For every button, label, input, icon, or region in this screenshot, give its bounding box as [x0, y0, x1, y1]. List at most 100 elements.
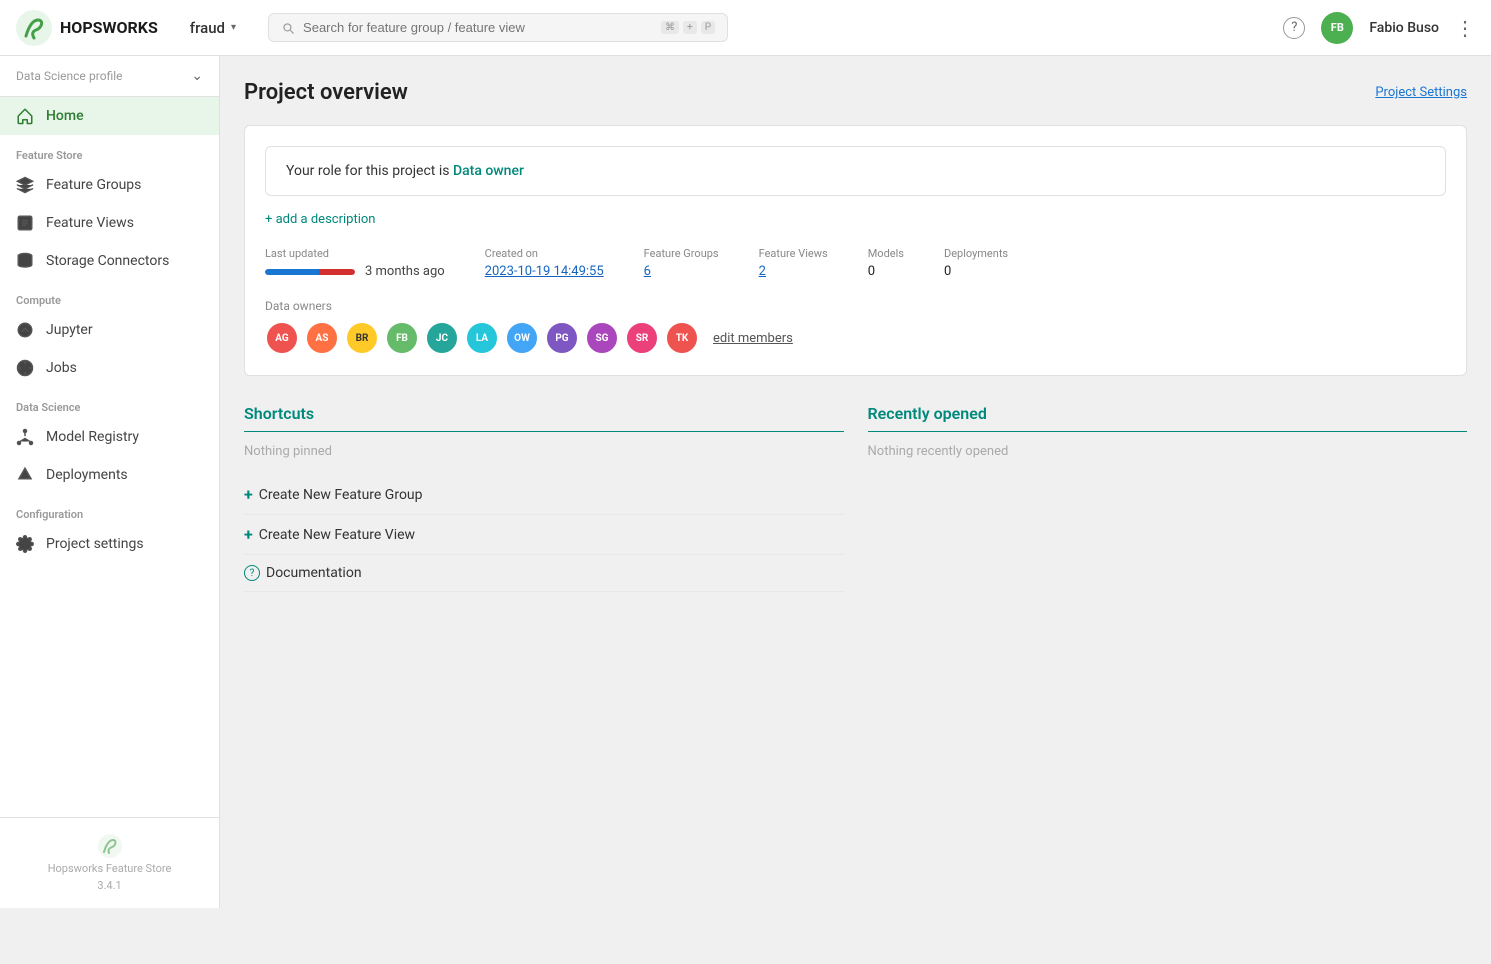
avatar-fb[interactable]: FB — [385, 321, 419, 355]
section-label-feature-store: Feature Store — [0, 135, 219, 166]
layout: Data Science profile ⌄ Home Feature Stor… — [0, 56, 1491, 908]
shortcut-create-feature-group[interactable]: + Create New Feature Group — [244, 475, 844, 515]
shortcut-documentation[interactable]: ? Documentation — [244, 555, 844, 592]
avatar-ow[interactable]: OW — [505, 321, 539, 355]
avatar-jc[interactable]: JC — [425, 321, 459, 355]
models-stat-value: 0 — [868, 264, 904, 279]
project-name: fraud — [190, 19, 225, 37]
sidebar-item-deployments[interactable]: Deployments — [0, 456, 219, 494]
avatar-sg[interactable]: SG — [585, 321, 619, 355]
search-input[interactable] — [303, 20, 653, 35]
user-name: Fabio Buso — [1369, 20, 1439, 36]
add-description-link[interactable]: + add a description — [265, 212, 1446, 227]
shortcut-label-3: Documentation — [266, 565, 362, 581]
last-updated-label: Last updated — [265, 247, 445, 260]
sidebar-item-model-registry[interactable]: Model Registry — [0, 418, 219, 456]
hopsworks-logo-icon — [16, 10, 52, 46]
profile-selector[interactable]: Data Science profile ⌄ — [0, 56, 219, 97]
sidebar-item-project-settings[interactable]: Project settings — [0, 525, 219, 563]
shortcut-label-2: Create New Feature View — [259, 527, 415, 543]
home-icon — [16, 107, 34, 125]
sidebar-item-storage-connectors[interactable]: Storage Connectors — [0, 242, 219, 280]
sidebar-item-deployments-label: Deployments — [46, 467, 128, 483]
sidebar-item-jobs[interactable]: Jobs — [0, 349, 219, 387]
feature-groups-stat-value[interactable]: 6 — [644, 264, 719, 279]
sidebar-item-home[interactable]: Home — [0, 97, 219, 135]
kbd-cmd: ⌘ — [661, 21, 679, 34]
shortcuts-title: Shortcuts — [244, 404, 844, 432]
project-settings-link[interactable]: Project Settings — [1375, 85, 1467, 100]
avatar-as[interactable]: AS — [305, 321, 339, 355]
project-selector[interactable]: fraud ▾ — [182, 15, 244, 41]
sidebar-item-feature-groups[interactable]: Feature Groups — [0, 166, 219, 204]
feature-groups-icon — [16, 176, 34, 194]
avatar-pg[interactable]: PG — [545, 321, 579, 355]
topnav: HOPSWORKS fraud ▾ ⌘ + P ? FB Fabio Buso … — [0, 0, 1491, 56]
stat-feature-views: Feature Views 2 — [759, 247, 828, 279]
profile-chevron-icon: ⌄ — [191, 68, 203, 84]
feature-views-stat-label: Feature Views — [759, 247, 828, 260]
chevron-down-icon: ▾ — [231, 22, 236, 33]
main-content: Project overview Project Settings Your r… — [220, 56, 1491, 908]
months-ago: 3 months ago — [365, 264, 445, 279]
sidebar-item-jupyter-label: Jupyter — [46, 322, 93, 338]
sidebar-item-project-settings-label: Project settings — [46, 536, 144, 552]
sidebar-item-feature-views[interactable]: Feature Views — [0, 204, 219, 242]
section-label-configuration: Configuration — [0, 494, 219, 525]
edit-members-link[interactable]: edit members — [713, 331, 793, 346]
role-value[interactable]: Data owner — [453, 163, 524, 179]
sidebar-item-feature-views-label: Feature Views — [46, 215, 134, 231]
more-options-icon[interactable]: ⋮ — [1455, 16, 1475, 40]
stats-row: Last updated 3 months ago Created on 202… — [265, 247, 1446, 279]
logo-text: HOPSWORKS — [60, 18, 158, 37]
sidebar-bottom: Hopsworks Feature Store 3.4.1 — [0, 817, 219, 908]
avatar-la[interactable]: LA — [465, 321, 499, 355]
model-registry-icon — [16, 428, 34, 446]
stat-deployments: Deployments 0 — [944, 247, 1008, 279]
two-column-section: Shortcuts Nothing pinned + Create New Fe… — [244, 404, 1467, 592]
plus-icon: + — [244, 485, 253, 504]
hopsworks-bottom-logo-icon — [98, 834, 122, 858]
sidebar-item-jupyter[interactable]: Jupyter — [0, 311, 219, 349]
recently-opened-title: Recently opened — [868, 404, 1468, 432]
owners-section: Data owners AG AS BR FB JC LA OW PG SG S… — [265, 299, 1446, 355]
search-icon — [281, 21, 295, 35]
avatar-tk[interactable]: TK — [665, 321, 699, 355]
avatar-sr[interactable]: SR — [625, 321, 659, 355]
recently-opened-section: Recently opened Nothing recently opened — [868, 404, 1468, 592]
progress-bar — [265, 269, 355, 275]
avatar-ag[interactable]: AG — [265, 321, 299, 355]
circle-q-icon: ? — [244, 565, 260, 581]
profile-text: Data Science profile — [16, 69, 123, 84]
help-icon[interactable]: ? — [1283, 17, 1305, 39]
search-bar: ⌘ + P — [268, 13, 728, 42]
hopsworks-feature-store-label: Hopsworks Feature Store — [48, 862, 172, 875]
storage-connectors-icon — [16, 252, 34, 270]
nothing-pinned-text: Nothing pinned — [244, 444, 844, 459]
settings-icon — [16, 535, 34, 553]
shortcut-create-feature-view[interactable]: + Create New Feature View — [244, 515, 844, 555]
section-label-compute: Compute — [0, 280, 219, 311]
deployments-stat-value: 0 — [944, 264, 1008, 279]
progress-fill — [265, 269, 355, 275]
kbd-plus: + — [683, 21, 697, 34]
avatar-br[interactable]: BR — [345, 321, 379, 355]
sidebar-item-jobs-label: Jobs — [46, 360, 77, 376]
version-label: 3.4.1 — [97, 879, 121, 892]
stat-models: Models 0 — [868, 247, 904, 279]
created-on-label: Created on — [485, 247, 604, 260]
logo-area[interactable]: HOPSWORKS — [16, 10, 158, 46]
created-on-value[interactable]: 2023-10-19 14:49:55 — [485, 264, 604, 279]
jupyter-icon — [16, 321, 34, 339]
feature-views-stat-value[interactable]: 2 — [759, 264, 828, 279]
deployments-stat-label: Deployments — [944, 247, 1008, 260]
role-card: Your role for this project is Data owner — [265, 146, 1446, 196]
jobs-icon — [16, 359, 34, 377]
owners-row: AG AS BR FB JC LA OW PG SG SR TK edit me… — [265, 321, 1446, 355]
models-stat-label: Models — [868, 247, 904, 260]
feature-views-icon — [16, 214, 34, 232]
kbd-p: P — [701, 21, 715, 34]
stat-feature-groups: Feature Groups 6 — [644, 247, 719, 279]
progress-bar-wrap: 3 months ago — [265, 264, 445, 279]
stat-last-updated: Last updated 3 months ago — [265, 247, 445, 279]
